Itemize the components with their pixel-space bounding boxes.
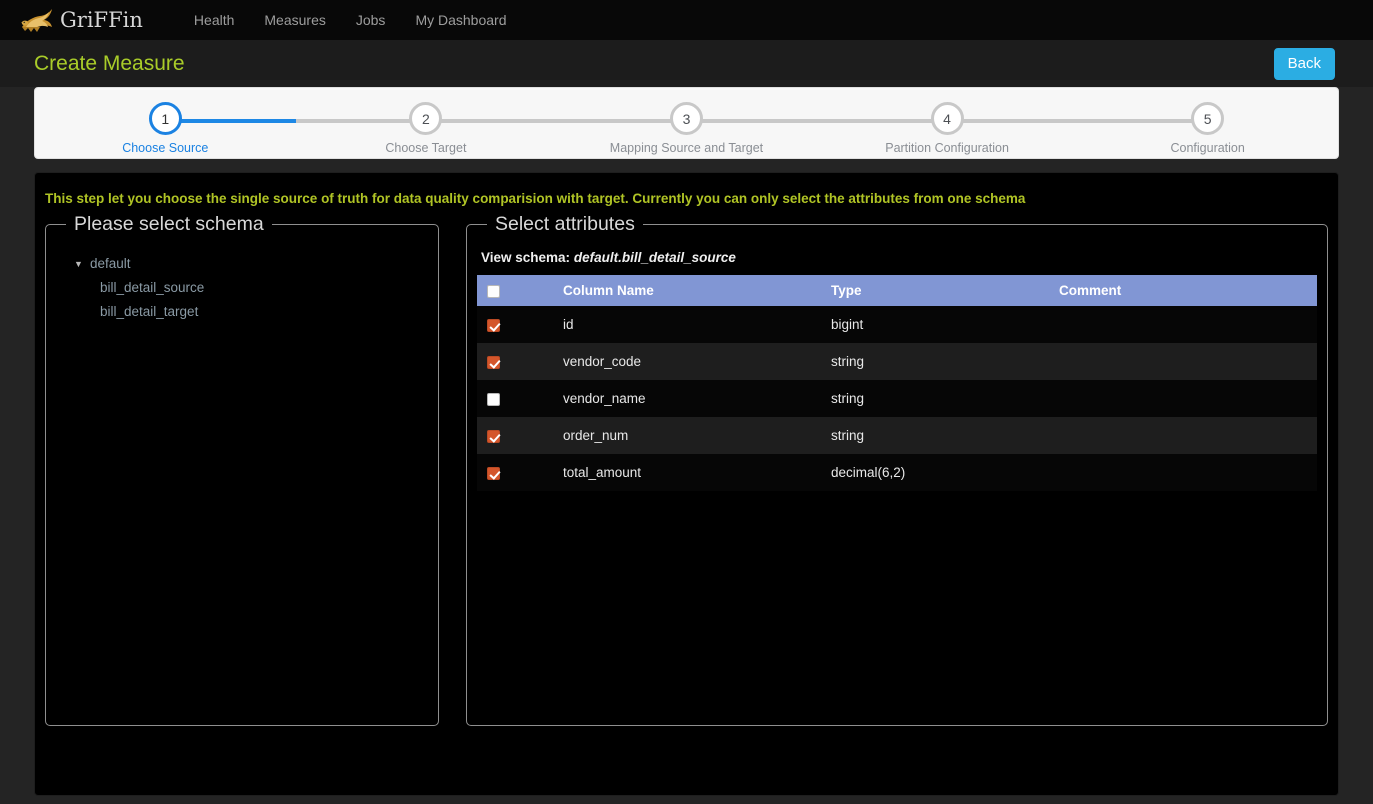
cell-type: bigint	[831, 317, 864, 333]
page-title: Create Measure	[34, 52, 185, 75]
cell-column-name: order_num	[563, 428, 629, 444]
nav-link-my-dashboard[interactable]: My Dashboard	[400, 0, 521, 40]
step-connector-left	[556, 119, 687, 123]
tree-node-label: bill_detail_source	[100, 280, 205, 296]
select-all-checkbox[interactable]	[487, 285, 500, 299]
step-5-configuration[interactable]: 5 Configuration	[1077, 102, 1338, 155]
griffin-logo-icon	[16, 5, 58, 35]
step-connector-right	[686, 119, 817, 123]
attributes-table-body: id bigint vendor_code string vendor_name…	[477, 306, 1317, 492]
step-connector-left	[295, 119, 426, 123]
tree-node-default[interactable]: ▼ default	[74, 252, 428, 276]
nav-link-health[interactable]: Health	[179, 0, 249, 40]
tree-node-label: bill_detail_target	[100, 304, 199, 320]
row-checkbox-cell	[477, 454, 553, 491]
row-checkbox[interactable]	[487, 356, 500, 370]
attributes-panel-legend: Select attributes	[495, 213, 635, 236]
cell-type: string	[831, 354, 865, 370]
cell-comment	[1049, 380, 1317, 417]
attributes-panel: Select attributes View schema: default.b…	[466, 213, 1328, 727]
chevron-down-icon[interactable]: ▼	[74, 252, 84, 276]
table-row[interactable]: total_amount decimal(6,2)	[477, 454, 1317, 492]
step-label-5[interactable]: Configuration	[1077, 141, 1338, 155]
nav-link-measures[interactable]: Measures	[249, 0, 340, 40]
step-list: 1 Choose Source 2 Choose Target 3 Mappin…	[35, 102, 1338, 155]
step-circle-4[interactable]: 4	[930, 102, 964, 135]
top-navbar: GriFFin Health Measures Jobs My Dashboar…	[0, 0, 1373, 40]
back-button[interactable]: Back	[1273, 47, 1335, 80]
row-checkbox[interactable]	[487, 467, 500, 481]
step-circle-1[interactable]: 1	[148, 102, 182, 135]
table-row[interactable]: order_num string	[477, 417, 1317, 455]
step-label-4[interactable]: Partition Configuration	[817, 141, 1078, 155]
step-connector-right	[947, 119, 1078, 123]
panels-row: Please select schema ▼ default bill_deta…	[35, 213, 1338, 727]
step-3-mapping-source-and-target[interactable]: 3 Mapping Source and Target	[556, 102, 817, 155]
brand-link[interactable]: GriFFin	[0, 0, 157, 40]
step-connector-right	[425, 119, 557, 123]
column-header-comment[interactable]: Comment	[1049, 275, 1317, 307]
tree-node-label: default	[90, 256, 131, 272]
view-schema-value: default.bill_detail_source	[573, 250, 736, 266]
row-checkbox-cell	[477, 417, 553, 454]
cell-comment	[1049, 343, 1317, 380]
step-1-choose-source[interactable]: 1 Choose Source	[35, 102, 296, 155]
step-connector-right	[165, 119, 296, 123]
tree-children: bill_detail_source bill_detail_target	[74, 276, 428, 324]
row-checkbox[interactable]	[487, 393, 500, 407]
schema-panel-legend: Please select schema	[74, 213, 264, 236]
nav-links: Health Measures Jobs My Dashboard	[179, 0, 522, 40]
view-schema-label: View schema:	[481, 250, 571, 266]
step-circle-5[interactable]: 5	[1191, 102, 1225, 135]
cell-comment	[1049, 306, 1317, 343]
attributes-table-head: Column Name Type Comment	[477, 275, 1317, 307]
step-label-3[interactable]: Mapping Source and Target	[556, 141, 817, 155]
tree-node-bill-detail-source[interactable]: bill_detail_source	[100, 276, 428, 300]
step-label-1[interactable]: Choose Source	[35, 141, 296, 155]
attributes-table: Column Name Type Comment id bigint vendo…	[477, 275, 1317, 492]
cell-type: string	[831, 391, 865, 407]
nav-link-jobs[interactable]: Jobs	[341, 0, 401, 40]
cell-column-name: vendor_code	[563, 354, 642, 370]
select-all-header-cell	[477, 275, 553, 307]
row-checkbox-cell	[477, 306, 553, 343]
cell-column-name: total_amount	[563, 465, 642, 481]
view-schema-line: View schema: default.bill_detail_source	[477, 244, 1317, 275]
row-checkbox-cell	[477, 343, 553, 380]
cell-type: decimal(6,2)	[831, 465, 906, 481]
row-checkbox[interactable]	[487, 319, 500, 333]
column-header-type[interactable]: Type	[821, 275, 1049, 307]
page-header: Create Measure Back	[0, 40, 1373, 87]
table-row[interactable]: vendor_code string	[477, 343, 1317, 381]
wizard-stepper: 1 Choose Source 2 Choose Target 3 Mappin…	[34, 87, 1339, 159]
cell-comment	[1049, 454, 1317, 491]
step-4-partition-configuration[interactable]: 4 Partition Configuration	[816, 102, 1078, 155]
step-connector-left	[1077, 119, 1208, 123]
step-hint-text: This step let you choose the single sour…	[45, 191, 1026, 206]
content-panel: This step let you choose the single sour…	[34, 172, 1339, 796]
row-checkbox[interactable]	[487, 430, 500, 444]
step-2-choose-target[interactable]: 2 Choose Target	[295, 102, 557, 155]
brand-text: GriFFin	[60, 7, 143, 32]
cell-column-name: vendor_name	[563, 391, 646, 407]
tree-node-bill-detail-target[interactable]: bill_detail_target	[100, 300, 428, 324]
step-connector-left	[816, 119, 948, 123]
row-checkbox-cell	[477, 380, 553, 417]
table-row[interactable]: id bigint	[477, 306, 1317, 344]
cell-type: string	[831, 428, 865, 444]
step-label-2[interactable]: Choose Target	[296, 141, 557, 155]
schema-panel: Please select schema ▼ default bill_deta…	[45, 213, 439, 727]
cell-column-name: id	[563, 317, 574, 333]
table-header-row: Column Name Type Comment	[477, 275, 1317, 307]
schema-tree: ▼ default bill_detail_source bill_detail…	[56, 244, 428, 324]
step-circle-3[interactable]: 3	[669, 102, 703, 135]
column-header-column-name[interactable]: Column Name	[553, 275, 821, 307]
step-circle-2[interactable]: 2	[409, 102, 443, 135]
cell-comment	[1049, 417, 1317, 454]
table-row[interactable]: vendor_name string	[477, 380, 1317, 418]
